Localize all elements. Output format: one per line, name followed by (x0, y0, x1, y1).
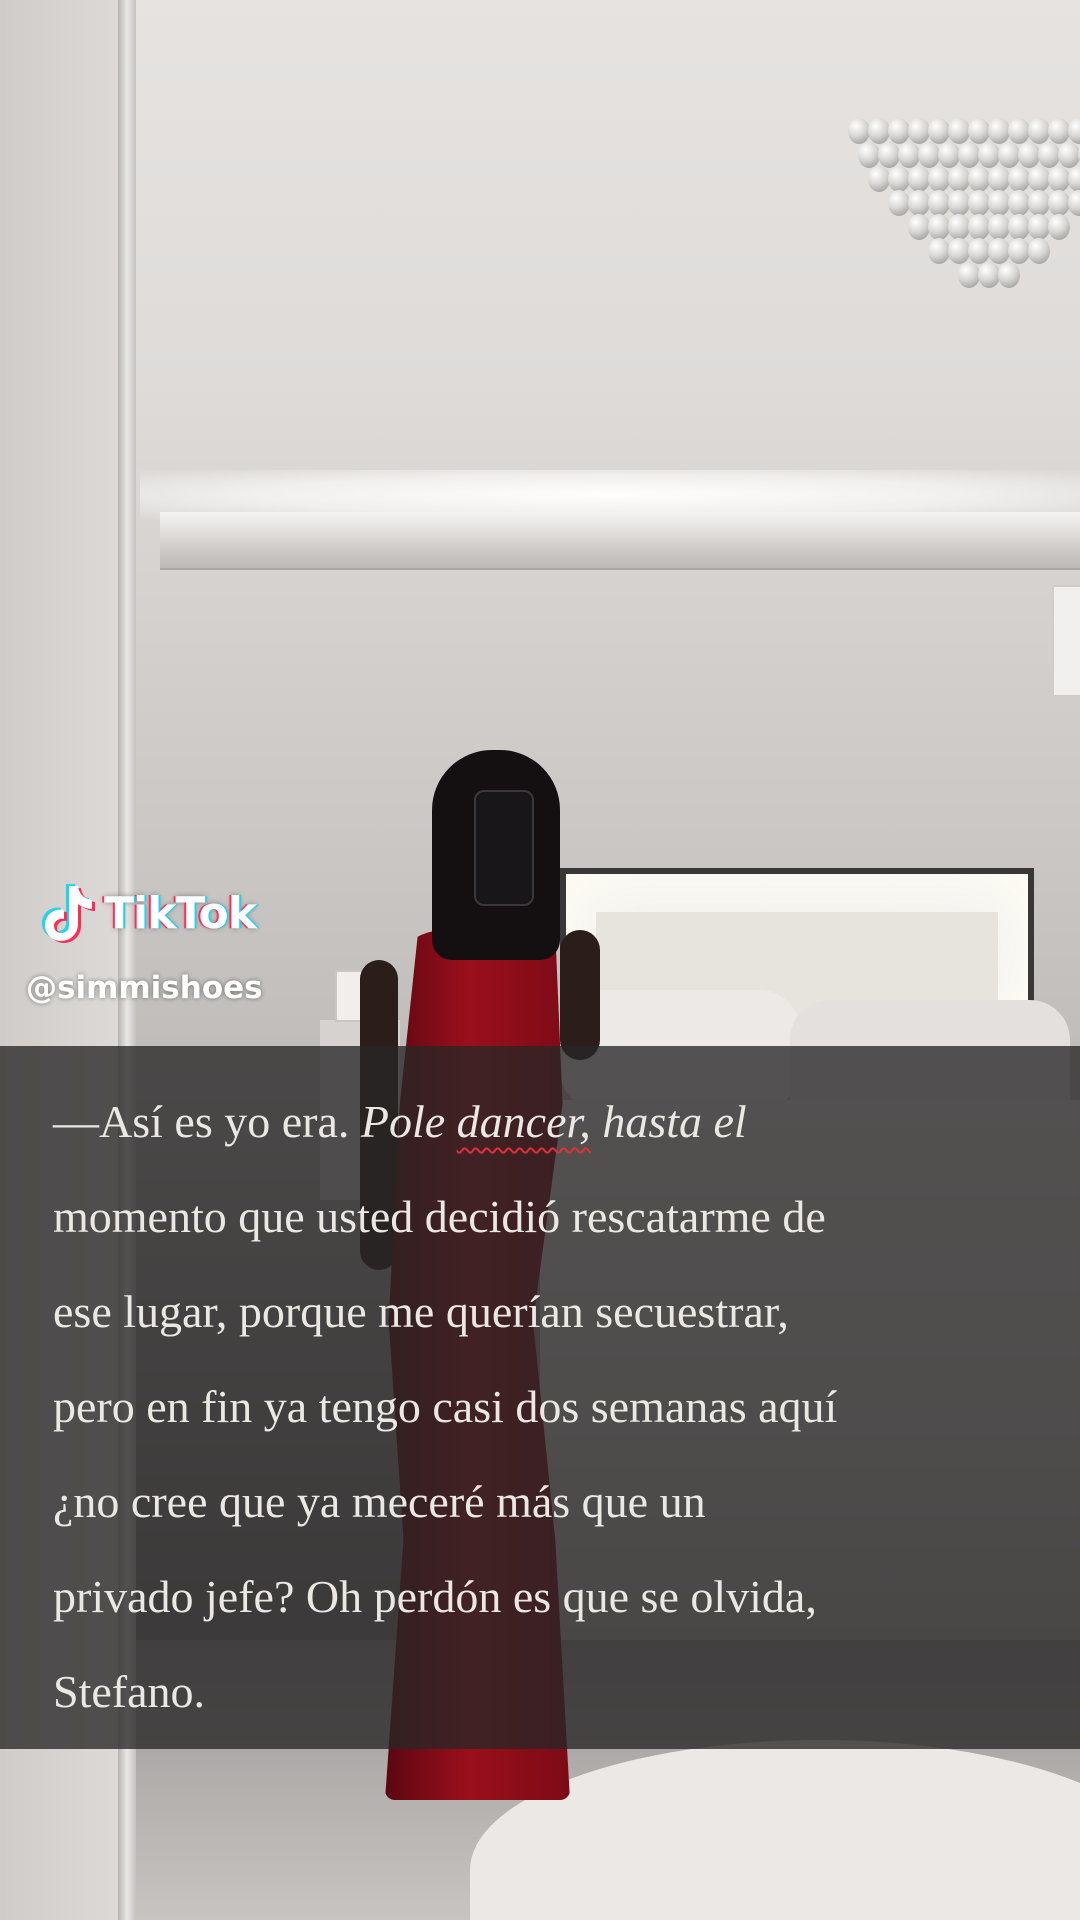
crystal (1068, 190, 1080, 216)
crystal (1018, 142, 1040, 168)
crystal (1048, 118, 1070, 144)
crystal (938, 142, 960, 168)
crystal (978, 142, 1000, 168)
crystal (1048, 166, 1070, 192)
crystal (988, 214, 1010, 240)
tiktok-note-icon (42, 884, 95, 943)
creator-username: @simmishoes (26, 970, 263, 1006)
video-frame: TikTok @simmishoes —Así es yo era. Pole … (0, 0, 1080, 1920)
crystal (1008, 190, 1030, 216)
crystal (968, 214, 990, 240)
crystal (1038, 142, 1060, 168)
crystal (1048, 190, 1070, 216)
tiktok-wordmark: TikTok (104, 887, 257, 939)
crystal (1008, 118, 1030, 144)
crystal (888, 166, 910, 192)
story-text: —Así es yo era. Pole dancer, hasta el mo… (53, 1074, 1053, 1739)
crystal (998, 262, 1020, 288)
crystal (918, 142, 940, 168)
crown-molding (160, 512, 1080, 570)
story-line: pero en fin ya tengo casi dos semanas aq… (53, 1381, 838, 1432)
crystal (928, 190, 950, 216)
crystal (948, 190, 970, 216)
story-segment: Pole (360, 1096, 457, 1147)
crystal (848, 118, 870, 144)
crystal (958, 142, 980, 168)
crystal (1008, 166, 1030, 192)
chandelier (848, 118, 1080, 318)
crystal (948, 166, 970, 192)
spellcheck-word: dancer, (456, 1096, 591, 1147)
crystal (888, 190, 910, 216)
crystal (1028, 118, 1050, 144)
crystal (928, 238, 950, 264)
crystal (1068, 166, 1080, 192)
crystal (988, 118, 1010, 144)
crystal (1028, 238, 1050, 264)
crystal (908, 166, 930, 192)
crystal (928, 118, 950, 144)
crystal (968, 190, 990, 216)
crystal (888, 118, 910, 144)
crystal (1028, 214, 1050, 240)
crystal (908, 118, 930, 144)
crystal (968, 118, 990, 144)
crystal (908, 190, 930, 216)
crystal (878, 142, 900, 168)
crystal (868, 118, 890, 144)
phone (474, 790, 534, 906)
crystal (928, 214, 950, 240)
crystal (948, 118, 970, 144)
crystal (1008, 238, 1030, 264)
person-arm (560, 930, 600, 1060)
story-line: —Así es yo era. Pole dancer, hasta el (53, 1074, 1053, 1169)
story-segment: —Así es yo era. (53, 1096, 361, 1147)
crystal (948, 214, 970, 240)
crystal (1008, 214, 1030, 240)
tiktok-watermark: TikTok (34, 880, 257, 946)
crystal (908, 214, 930, 240)
crystal (1068, 118, 1080, 144)
crystal (968, 238, 990, 264)
crystal (988, 190, 1010, 216)
story-segment: hasta el (590, 1096, 747, 1147)
crystal (868, 166, 890, 192)
crystal (898, 142, 920, 168)
crystal (998, 142, 1020, 168)
story-line: ¿no cree que ya meceré más que un (53, 1476, 706, 1527)
crystal (948, 238, 970, 264)
crystal (958, 262, 980, 288)
crystal (988, 238, 1010, 264)
crystal (928, 166, 950, 192)
story-line: momento que usted decidió rescatarme de (53, 1191, 826, 1242)
story-line: ese lugar, porque me querían secuestrar, (53, 1286, 789, 1337)
crystal (858, 142, 880, 168)
story-line: privado jefe? Oh perdón es que se olvida… (53, 1571, 817, 1622)
crystal (988, 166, 1010, 192)
story-line: Stefano. (53, 1666, 206, 1717)
crystal (1028, 166, 1050, 192)
crystal (1058, 142, 1080, 168)
crystal (1028, 190, 1050, 216)
crystal (978, 262, 1000, 288)
crystal (968, 166, 990, 192)
crystal (1048, 214, 1070, 240)
wall-sconce (1052, 585, 1080, 697)
